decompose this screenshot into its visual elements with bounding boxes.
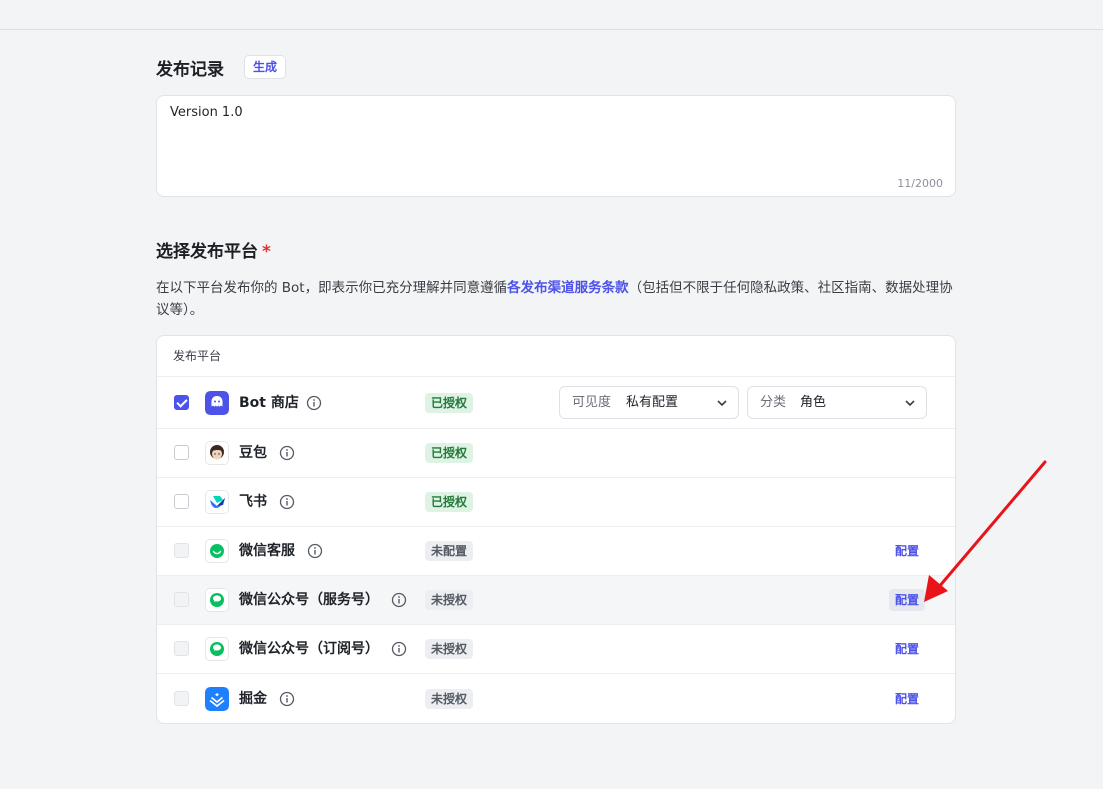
info-icon[interactable] — [306, 395, 322, 411]
wechat-service-icon — [205, 588, 229, 612]
category-value: 角色 — [800, 395, 827, 410]
generate-button[interactable]: 生成 — [244, 55, 287, 79]
status-badge: 已授权 — [425, 492, 474, 512]
platform-section-title: 选择发布平台 * — [156, 237, 271, 262]
platform-row-wechat-service: 微信公众号（服务号） 未授权 配置 — [157, 576, 955, 625]
platform-table: 发布平台 Bot 商店 已授权 可见度 私有配置 分类 角色 豆包 已授权 飞书… — [156, 335, 956, 724]
checkbox-bot-store[interactable] — [174, 394, 189, 410]
char-counter: 11/2000 — [897, 177, 943, 190]
info-icon[interactable] — [307, 543, 323, 559]
status-badge: 已授权 — [425, 392, 474, 413]
release-notes-value: Version 1.0 — [170, 105, 243, 120]
checkbox-doubao[interactable] — [174, 445, 189, 460]
info-icon[interactable] — [279, 494, 295, 510]
checkbox-wechat-subscription[interactable] — [174, 641, 189, 656]
platform-description: 在以下平台发布你的 Bot，即表示你已充分理解并同意遵循各发布渠道服务条款（包括… — [156, 277, 956, 321]
status-badge: 未授权 — [425, 639, 474, 659]
platform-row-juejin: 掘金 未授权 配置 — [157, 674, 955, 723]
platform-name: 微信客服 — [239, 543, 295, 559]
required-mark: * — [262, 242, 271, 262]
visibility-value: 私有配置 — [626, 395, 679, 410]
platform-name: 微信公众号（订阅号） — [239, 641, 379, 657]
chevron-down-icon — [905, 400, 915, 407]
platform-row-wechat-subscription: 微信公众号（订阅号） 未授权 配置 — [157, 625, 955, 674]
category-label: 分类 — [760, 395, 787, 410]
platform-name: 豆包 — [239, 445, 267, 461]
checkbox-juejin[interactable] — [174, 690, 189, 706]
config-button[interactable]: 配置 — [889, 638, 925, 660]
terms-link[interactable]: 各发布渠道服务条款 — [507, 280, 629, 296]
bot-store-icon — [205, 390, 229, 415]
info-icon[interactable] — [279, 691, 295, 707]
feishu-icon — [205, 490, 229, 514]
config-button[interactable]: 配置 — [889, 540, 925, 562]
visibility-select[interactable]: 可见度 私有配置 — [559, 386, 739, 419]
checkbox-feishu[interactable] — [174, 494, 189, 509]
platform-row-bot-store: Bot 商店 已授权 可见度 私有配置 分类 角色 — [157, 377, 955, 429]
top-bar — [0, 0, 1103, 30]
checkbox-wechat-kf[interactable] — [174, 543, 189, 558]
desc-before: 在以下平台发布你的 Bot，即表示你已充分理解并同意遵循 — [156, 280, 508, 296]
wechat-subscription-icon — [205, 637, 229, 661]
checkbox-wechat-service[interactable] — [174, 592, 189, 607]
platform-row-wechat-kf: 微信客服 未配置 配置 — [157, 527, 955, 576]
status-badge: 未授权 — [425, 688, 474, 709]
category-select[interactable]: 分类 角色 — [747, 386, 927, 419]
doubao-icon — [205, 441, 229, 465]
release-notes-textarea[interactable]: Version 1.0 11/2000 — [156, 95, 956, 197]
status-badge: 已授权 — [425, 443, 474, 463]
platform-row-feishu: 飞书 已授权 — [157, 478, 955, 527]
platform-name: 飞书 — [239, 494, 267, 510]
juejin-icon — [205, 686, 229, 711]
visibility-label: 可见度 — [572, 395, 612, 410]
status-badge: 未配置 — [425, 541, 474, 561]
chevron-down-icon — [717, 400, 727, 407]
platform-row-doubao: 豆包 已授权 — [157, 429, 955, 478]
table-header: 发布平台 — [157, 336, 955, 377]
wechat-kf-icon — [205, 539, 229, 563]
release-notes-title: 发布记录 — [156, 60, 224, 80]
config-button[interactable]: 配置 — [888, 589, 925, 611]
info-icon[interactable] — [279, 445, 295, 461]
status-badge: 未授权 — [425, 590, 474, 610]
info-icon[interactable] — [391, 592, 407, 608]
platform-name: 微信公众号（服务号） — [239, 592, 379, 608]
platform-name: 掘金 — [239, 690, 267, 707]
platform-title-text: 选择发布平台 — [156, 242, 258, 262]
info-icon[interactable] — [391, 641, 407, 657]
platform-name: Bot 商店 — [239, 394, 299, 411]
config-button[interactable]: 配置 — [889, 688, 925, 710]
